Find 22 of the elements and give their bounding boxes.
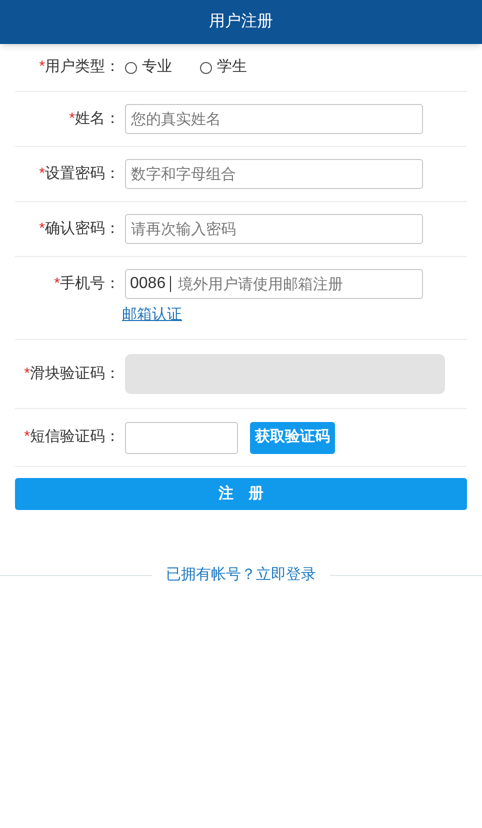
field-label: *手机号： [53,274,120,294]
text-field[interactable]: 您的真实姓名 [125,104,423,134]
slider-captcha[interactable] [125,354,445,394]
text-field[interactable]: 数字和字母组合 [125,159,423,189]
email-verify-link[interactable]: 邮箱认证 [122,304,182,326]
register-button[interactable]: 注 册 [15,478,467,510]
field-label: *短信验证码： [23,427,120,448]
text-field[interactable]: 请再次输入密码 [125,214,423,244]
option-label[interactable]: 学生 [217,56,247,79]
field-label: *姓名： [68,108,120,129]
radio-button[interactable] [125,62,137,74]
field-label: *确认密码： [38,218,120,239]
field-label: *用户类型： [38,57,120,78]
option-label[interactable]: 专业 [142,56,172,79]
country-code: 0086 [130,276,171,292]
get-code-button[interactable]: 获取验证码 [250,422,335,454]
radio-button[interactable] [200,62,212,74]
field-label: *滑块验证码： [23,364,120,384]
field-label: *设置密码： [38,164,120,184]
code-field[interactable] [125,422,238,454]
page-title: 用户注册 [209,12,273,32]
login-link[interactable]: 已拥有帐号？立即登录 [152,564,330,586]
